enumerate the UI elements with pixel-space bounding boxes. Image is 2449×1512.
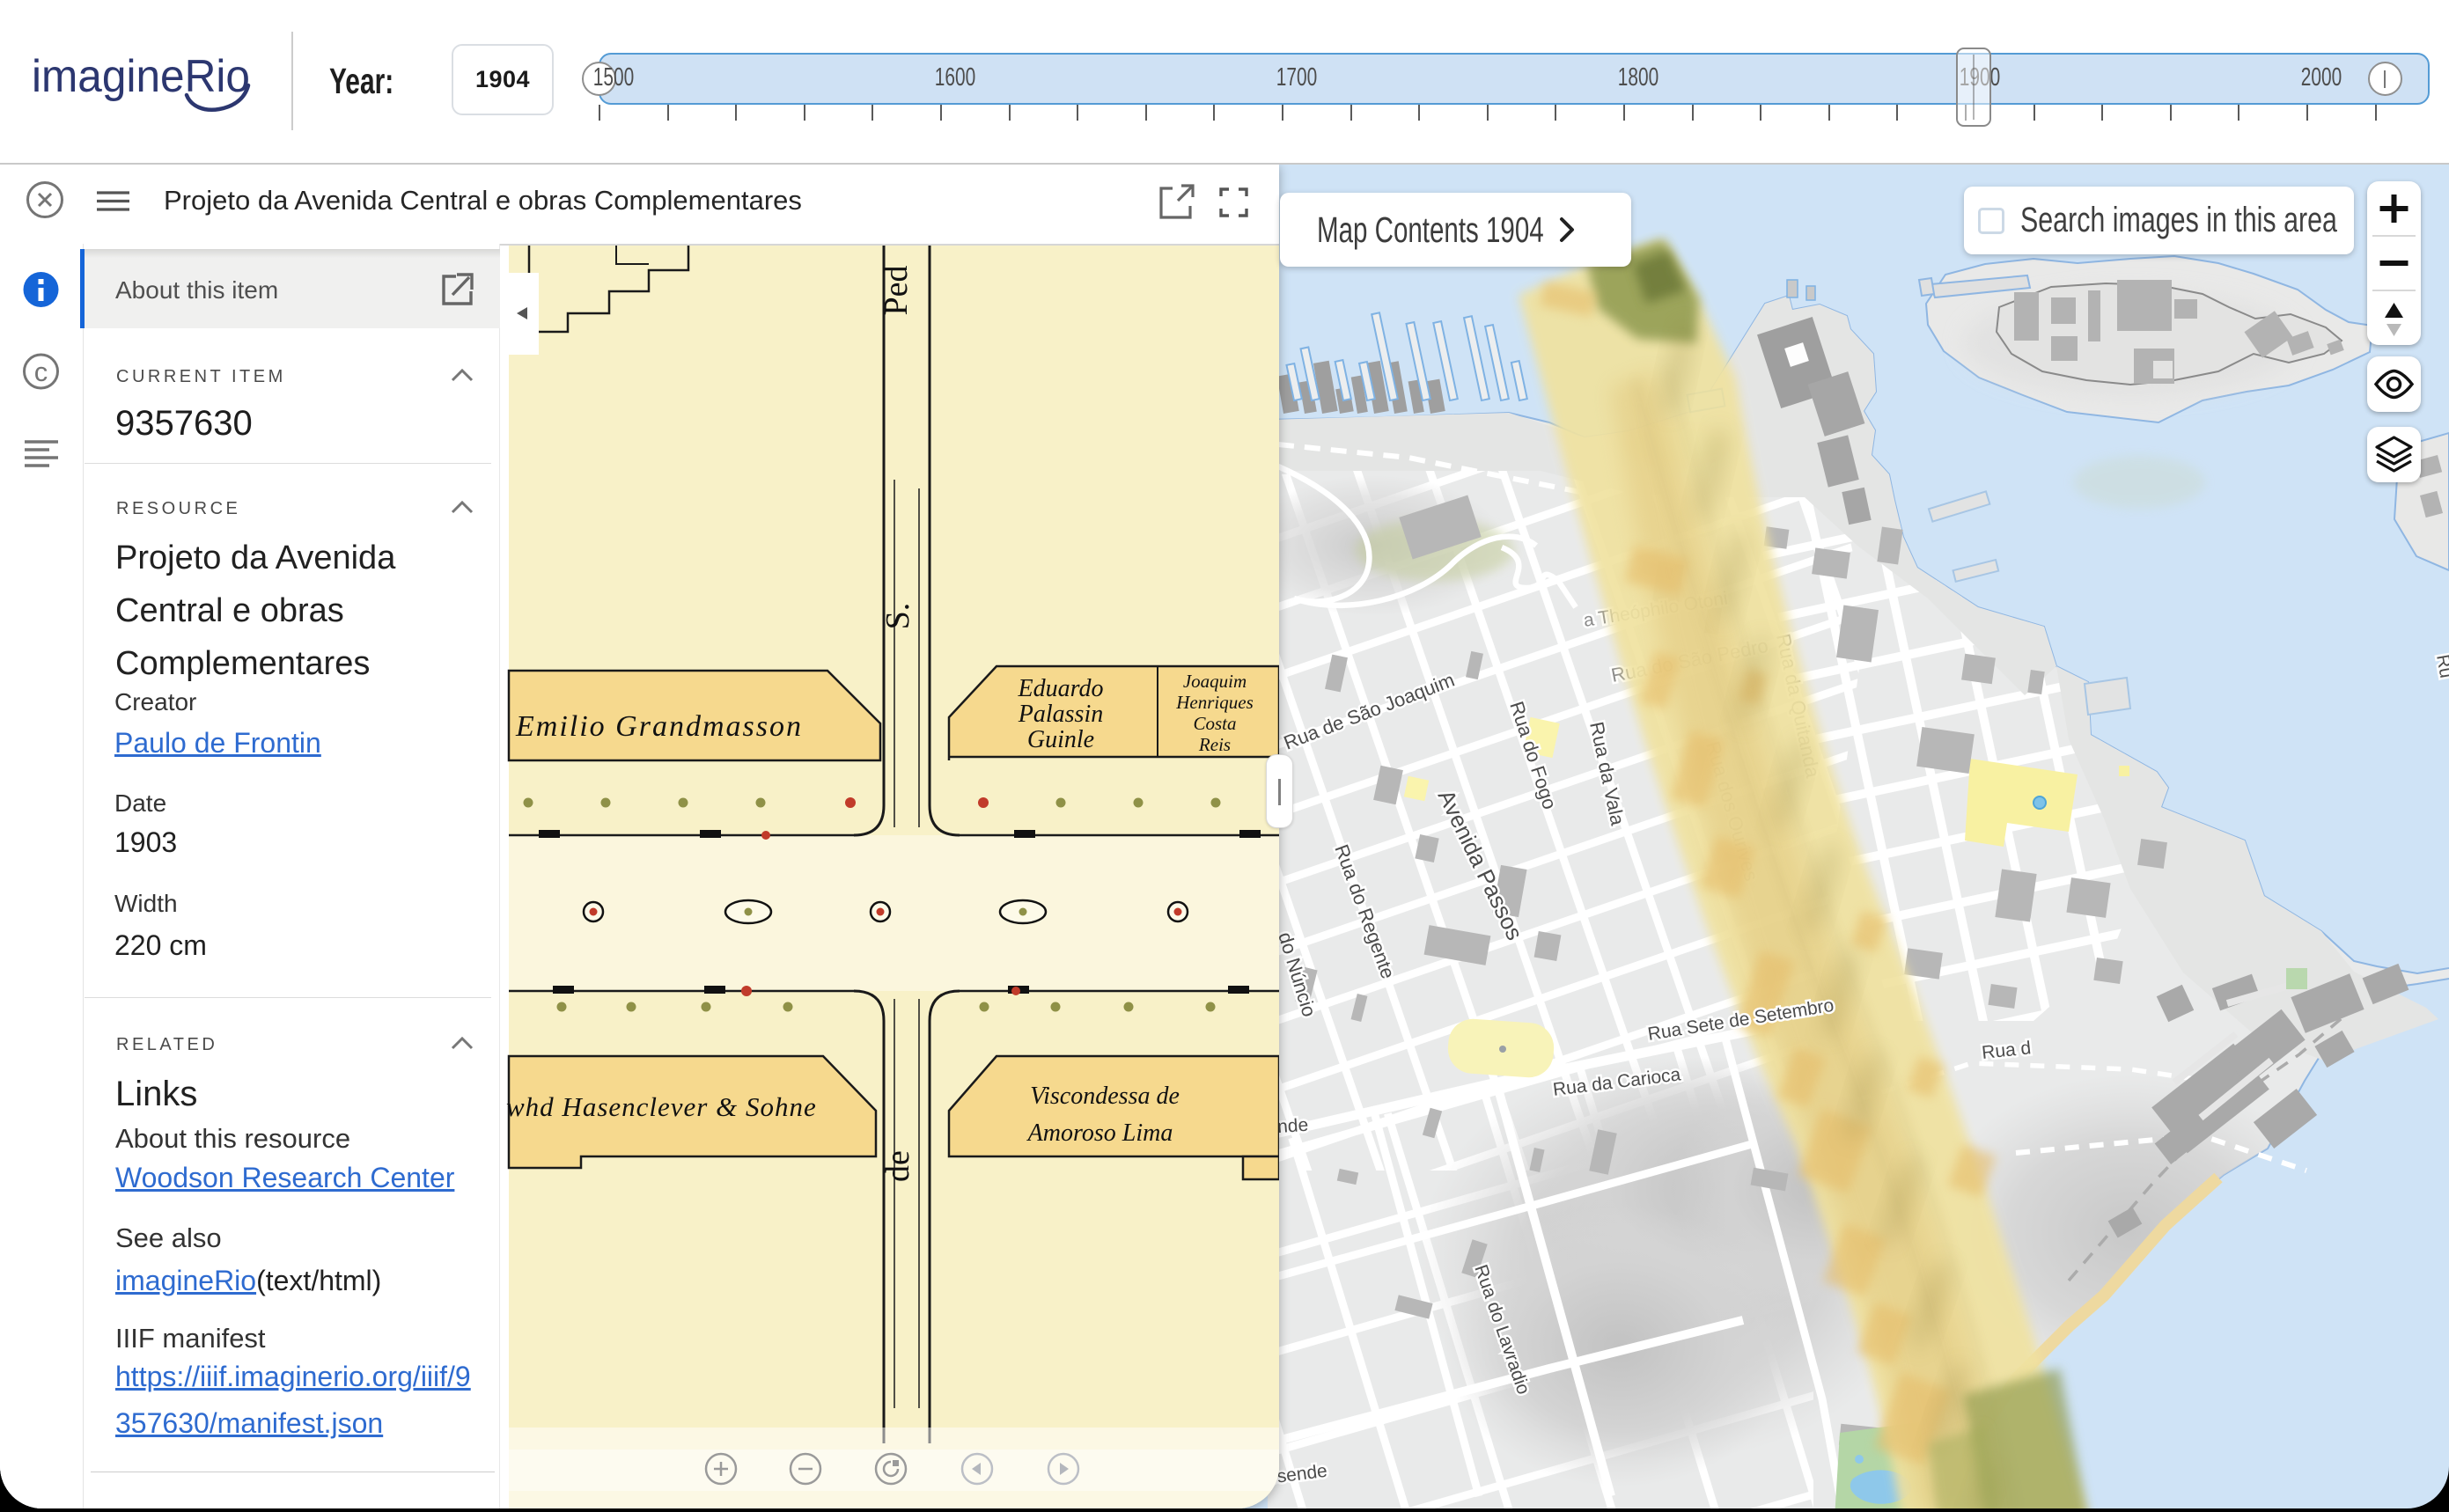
svg-text:Costa: Costa <box>1193 713 1236 734</box>
svg-text:Reis: Reis <box>1198 734 1231 755</box>
svg-text:Projeto da Avenida Central e o: Projeto da Avenida Central e obras Compl… <box>164 185 802 216</box>
svg-text:de: de <box>879 1150 916 1182</box>
svg-text:c: c <box>34 356 48 387</box>
svg-text:imagineRio: imagineRio <box>32 51 250 102</box>
svg-text:whd Hasenclever & Sohne: whd Hasenclever & Sohne <box>506 1091 817 1122</box>
svg-text:S.: S. <box>879 603 916 630</box>
svg-text:Emilio Grandmasson: Emilio Grandmasson <box>515 710 803 743</box>
svg-text:Amoroso Lima: Amoroso Lima <box>1026 1119 1173 1147</box>
svg-text:Palassin: Palassin <box>1018 701 1103 728</box>
svg-text:Viscondessa de: Viscondessa de <box>1030 1083 1180 1110</box>
svg-text:Henriques: Henriques <box>1175 692 1254 713</box>
svg-text:Joaquim: Joaquim <box>1183 671 1247 692</box>
svg-text:Guinle: Guinle <box>1027 726 1094 753</box>
svg-text:Ped: Ped <box>878 266 915 316</box>
svg-text:Eduardo: Eduardo <box>1018 675 1104 702</box>
